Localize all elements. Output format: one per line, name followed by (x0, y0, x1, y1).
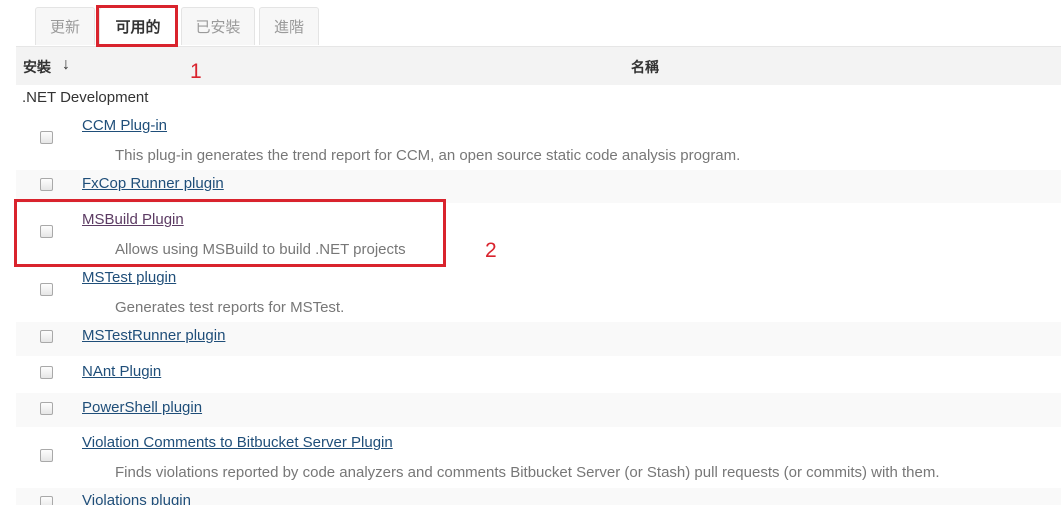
annotation-label-1: 1 (190, 60, 202, 83)
plugin-row: CCM Plug-in This plug-in generates the t… (16, 110, 1061, 170)
plugin-install-checkbox[interactable] (40, 178, 53, 191)
plugin-description: Generates test reports for MSTest. (115, 299, 345, 316)
plugin-link[interactable]: MSTestRunner plugin (82, 327, 225, 344)
plugin-manager: 更新 可用的 已安裝 進階 安裝 ↓ 名稱 .NET Development C… (0, 0, 1061, 505)
plugin-install-checkbox[interactable] (40, 496, 53, 505)
plugin-link[interactable]: PowerShell plugin (82, 399, 202, 416)
plugin-row: NAnt Plugin (16, 357, 1061, 392)
plugin-install-checkbox[interactable] (40, 366, 53, 379)
plugin-row: MSBuild Plugin Allows using MSBuild to b… (16, 204, 1061, 264)
sort-down-icon[interactable]: ↓ (62, 56, 70, 74)
plugin-description: Allows using MSBuild to build .NET proje… (115, 241, 406, 258)
plugin-row: PowerShell plugin (16, 393, 1061, 427)
tab-advanced[interactable]: 進階 (259, 7, 319, 45)
plugin-description: Finds violations reported by code analyz… (115, 464, 940, 481)
category-title: .NET Development (22, 89, 149, 106)
column-header-name[interactable]: 名稱 (631, 57, 659, 77)
plugin-row: Violation Comments to Bitbucket Server P… (16, 428, 1061, 488)
plugin-link[interactable]: NAnt Plugin (82, 363, 161, 380)
plugin-install-checkbox[interactable] (40, 402, 53, 415)
table-header: 安裝 ↓ 名稱 (16, 46, 1061, 85)
plugin-link[interactable]: MSTest plugin (82, 269, 176, 286)
tab-installed[interactable]: 已安裝 (181, 7, 255, 45)
column-header-install[interactable]: 安裝 (23, 57, 51, 77)
plugin-install-checkbox[interactable] (40, 131, 53, 144)
plugin-install-checkbox[interactable] (40, 330, 53, 343)
plugin-install-checkbox[interactable] (40, 449, 53, 462)
plugin-row: MSTestRunner plugin (16, 322, 1061, 356)
plugin-row: Violations plugin (16, 488, 1061, 505)
plugin-link[interactable]: Violations plugin (82, 492, 191, 505)
plugin-link[interactable]: Violation Comments to Bitbucket Server P… (82, 434, 393, 451)
plugin-install-checkbox[interactable] (40, 283, 53, 296)
annotation-label-2: 2 (485, 239, 497, 262)
plugin-install-checkbox[interactable] (40, 225, 53, 238)
plugin-row: FxCop Runner plugin (16, 170, 1061, 203)
plugin-link[interactable]: CCM Plug-in (82, 117, 167, 134)
plugin-link[interactable]: FxCop Runner plugin (82, 175, 224, 192)
tab-available[interactable]: 可用的 (99, 7, 177, 45)
plugin-link[interactable]: MSBuild Plugin (82, 211, 184, 228)
tab-updates[interactable]: 更新 (35, 7, 95, 45)
plugin-description: This plug-in generates the trend report … (115, 147, 741, 164)
plugin-row: MSTest plugin Generates test reports for… (16, 264, 1061, 322)
